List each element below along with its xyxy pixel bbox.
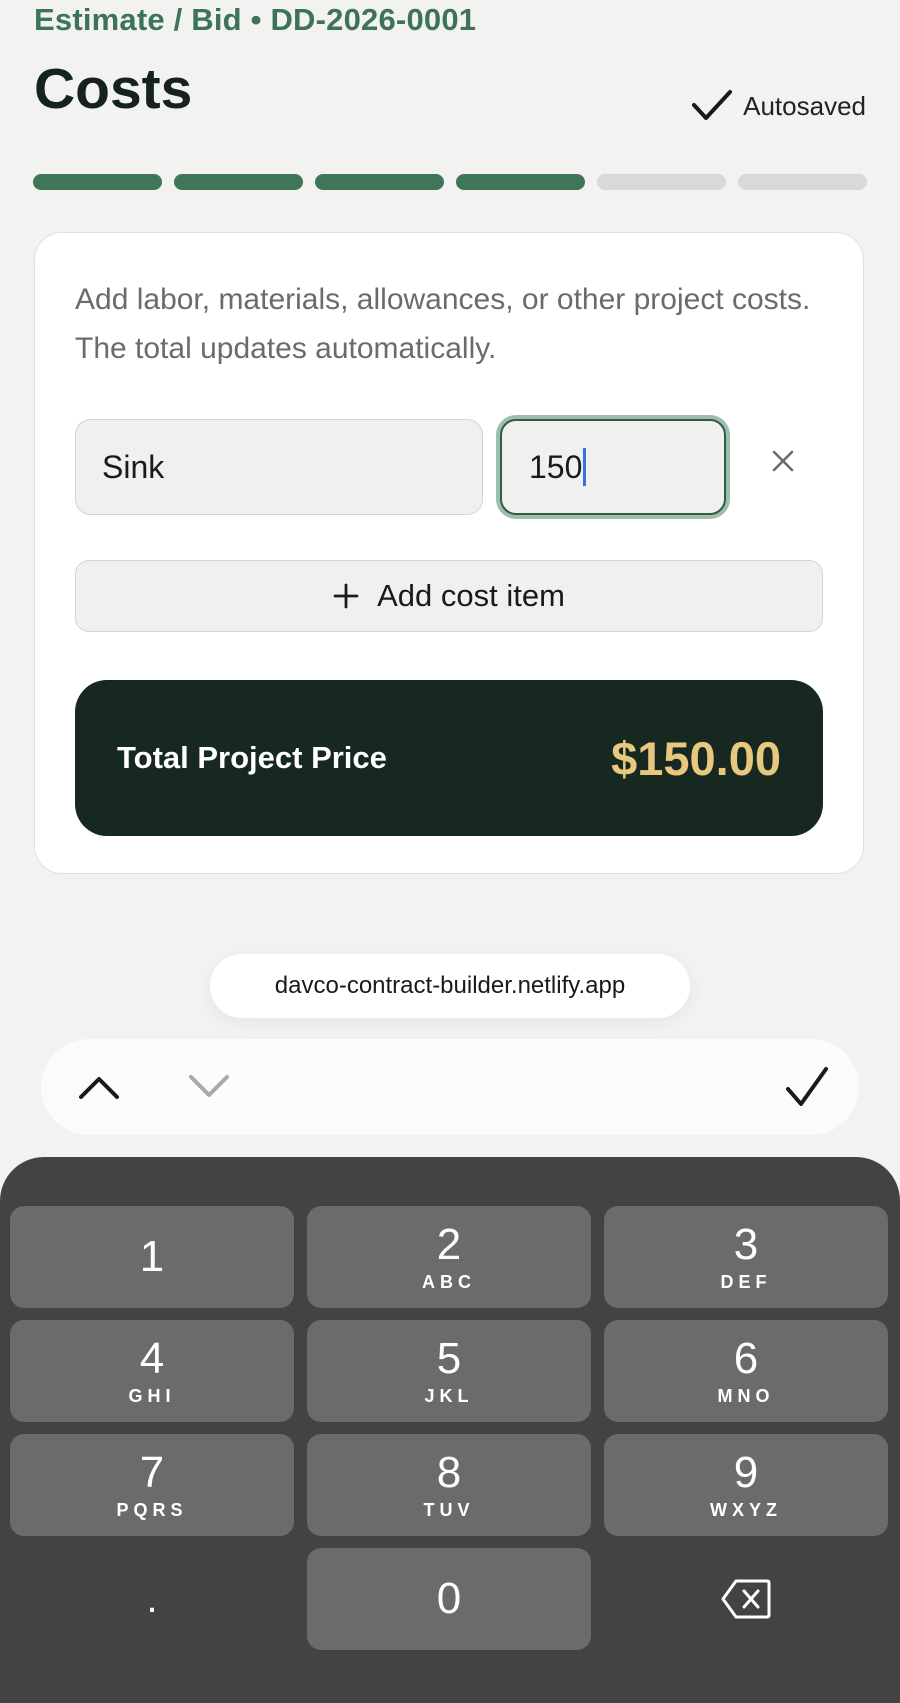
progress-step [456,174,585,190]
key-digit: 5 [436,1333,462,1383]
form-nav-bar [41,1039,859,1135]
cost-amount-value: 150 [529,448,583,485]
progress-step [597,174,726,190]
key-5[interactable]: 5 JKL [307,1320,591,1422]
progress-step [174,174,303,190]
autosave-label: Autosaved [743,90,866,121]
key-digit: 4 [139,1333,165,1383]
backspace-icon [721,1579,771,1619]
numeric-keyboard: 1 2 ABC 3 DEF 4 GHI 5 JKL 6 MNO 7 PQRS 8 TUV 9 WXYZ. 0 [0,1157,900,1703]
key-digit: 3 [733,1219,759,1269]
key-letters: WXYZ [710,1499,782,1520]
key-2[interactable]: 2 ABC [307,1206,591,1308]
key-decimal[interactable]: . [10,1548,294,1650]
url-text: davco-contract-builder.netlify.app [274,972,626,999]
key-8[interactable]: 8 TUV [307,1434,591,1536]
page-title: Costs [34,57,193,121]
cost-name-value: Sink [102,448,165,485]
key-letters: GHI [128,1385,176,1406]
key-1[interactable]: 1 [10,1206,294,1308]
add-cost-item-button[interactable]: Add cost item [75,560,823,632]
check-icon [786,1067,828,1106]
key-4[interactable]: 4 GHI [10,1320,294,1422]
key-9[interactable]: 9 WXYZ [604,1434,888,1536]
chevron-down-icon [189,1075,229,1097]
close-icon [772,450,794,472]
text-caret [583,448,587,486]
progress-step [315,174,444,190]
progress-step [738,174,867,190]
chevron-up-icon [79,1077,119,1099]
check-icon [692,90,733,120]
key-digit: 1 [139,1232,165,1281]
key-digit: 8 [436,1447,462,1497]
step-progress [33,174,867,190]
key-digit: 6 [733,1333,759,1383]
key-6[interactable]: 6 MNO [604,1320,888,1422]
key-0[interactable]: 0 [307,1548,591,1650]
costs-card: Add labor, materials, allowances, or oth… [34,232,864,874]
next-field-button[interactable] [181,1059,237,1115]
previous-field-button[interactable] [71,1059,127,1115]
autosave-status: Autosaved [691,88,866,124]
breadcrumb: Estimate / Bid • DD-2026-0001 [34,2,477,37]
progress-step [33,174,162,190]
cost-name-input[interactable]: Sink [75,419,483,515]
key-letters: PQRS [116,1499,188,1520]
key-letters: ABC [422,1271,476,1292]
plus-icon [333,583,359,609]
key-letters: JKL [424,1385,474,1406]
key-digit: 0 [436,1574,462,1623]
total-label: Total Project Price [117,740,387,775]
key-3[interactable]: 3 DEF [604,1206,888,1308]
key-letters: DEF [720,1271,772,1292]
key-digit: . [146,1577,158,1621]
total-value: $150.00 [611,731,781,785]
url-pill[interactable]: davco-contract-builder.netlify.app [210,954,690,1018]
done-button[interactable] [779,1059,835,1115]
key-letters: MNO [717,1385,775,1406]
remove-item-button[interactable] [763,441,803,481]
key-backspace[interactable] [604,1548,888,1650]
key-letters: TUV [423,1499,475,1520]
key-digit: 9 [733,1447,759,1497]
key-7[interactable]: 7 PQRS [10,1434,294,1536]
total-panel: Total Project Price $150.00 [75,680,823,836]
key-digit: 7 [139,1447,165,1497]
cost-amount-input[interactable]: 150 [500,419,726,515]
costs-intro: Add labor, materials, allowances, or oth… [75,283,811,365]
key-digit: 2 [436,1219,462,1269]
add-cost-item-label: Add cost item [377,578,565,613]
